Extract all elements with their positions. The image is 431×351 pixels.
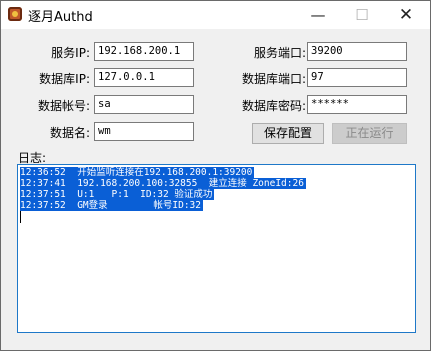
db-ip-field[interactable]: 127.0.0.1 — [94, 68, 194, 87]
db-account-label: 数据帐号: — [37, 99, 90, 113]
maximize-button[interactable]: ☐ — [340, 1, 384, 29]
log-line: 12:36:52 开始监听连接在192.168.200.1:39200 — [20, 167, 255, 178]
log-line: 12:37:52 GM登录 帐号ID:32 — [20, 200, 203, 211]
app-window: 逐月Authd — ☐ ✕ 服务IP: 192.168.200.1 服务端口: … — [0, 0, 431, 351]
log-textarea[interactable]: 12:36:52 开始监听连接在192.168.200.1:39200 12:3… — [17, 164, 416, 333]
save-config-button[interactable]: 保存配置 — [252, 123, 324, 144]
server-port-label: 服务端口: — [253, 46, 306, 60]
server-ip-field[interactable]: 192.168.200.1 — [94, 42, 194, 61]
close-button[interactable]: ✕ — [384, 1, 428, 29]
db-port-label: 数据库端口: — [241, 72, 306, 86]
db-password-field[interactable]: ****** — [307, 95, 407, 114]
db-ip-label: 数据库IP: — [39, 72, 90, 86]
server-port-field[interactable]: 39200 — [307, 42, 407, 61]
minimize-button[interactable]: — — [296, 1, 340, 29]
window-title: 逐月Authd — [28, 10, 93, 25]
log-line: 12:37:51 U:1 P:1 ID:32 验证成功 — [20, 189, 215, 200]
db-account-field[interactable]: sa — [94, 95, 194, 114]
title-bar[interactable]: 逐月Authd — ☐ ✕ — [1, 1, 430, 29]
db-name-label: 数据名: — [49, 126, 90, 140]
db-port-field[interactable]: 97 — [307, 68, 407, 87]
app-icon — [8, 7, 22, 21]
db-name-field[interactable]: wm — [94, 122, 194, 141]
running-button[interactable]: 正在运行 — [332, 123, 407, 144]
text-caret — [20, 211, 21, 223]
server-ip-label: 服务IP: — [51, 46, 90, 60]
log-line: 12:37:41 192.168.200.100:32855 建立连接 Zone… — [20, 178, 306, 189]
db-password-label: 数据库密码: — [241, 99, 306, 113]
